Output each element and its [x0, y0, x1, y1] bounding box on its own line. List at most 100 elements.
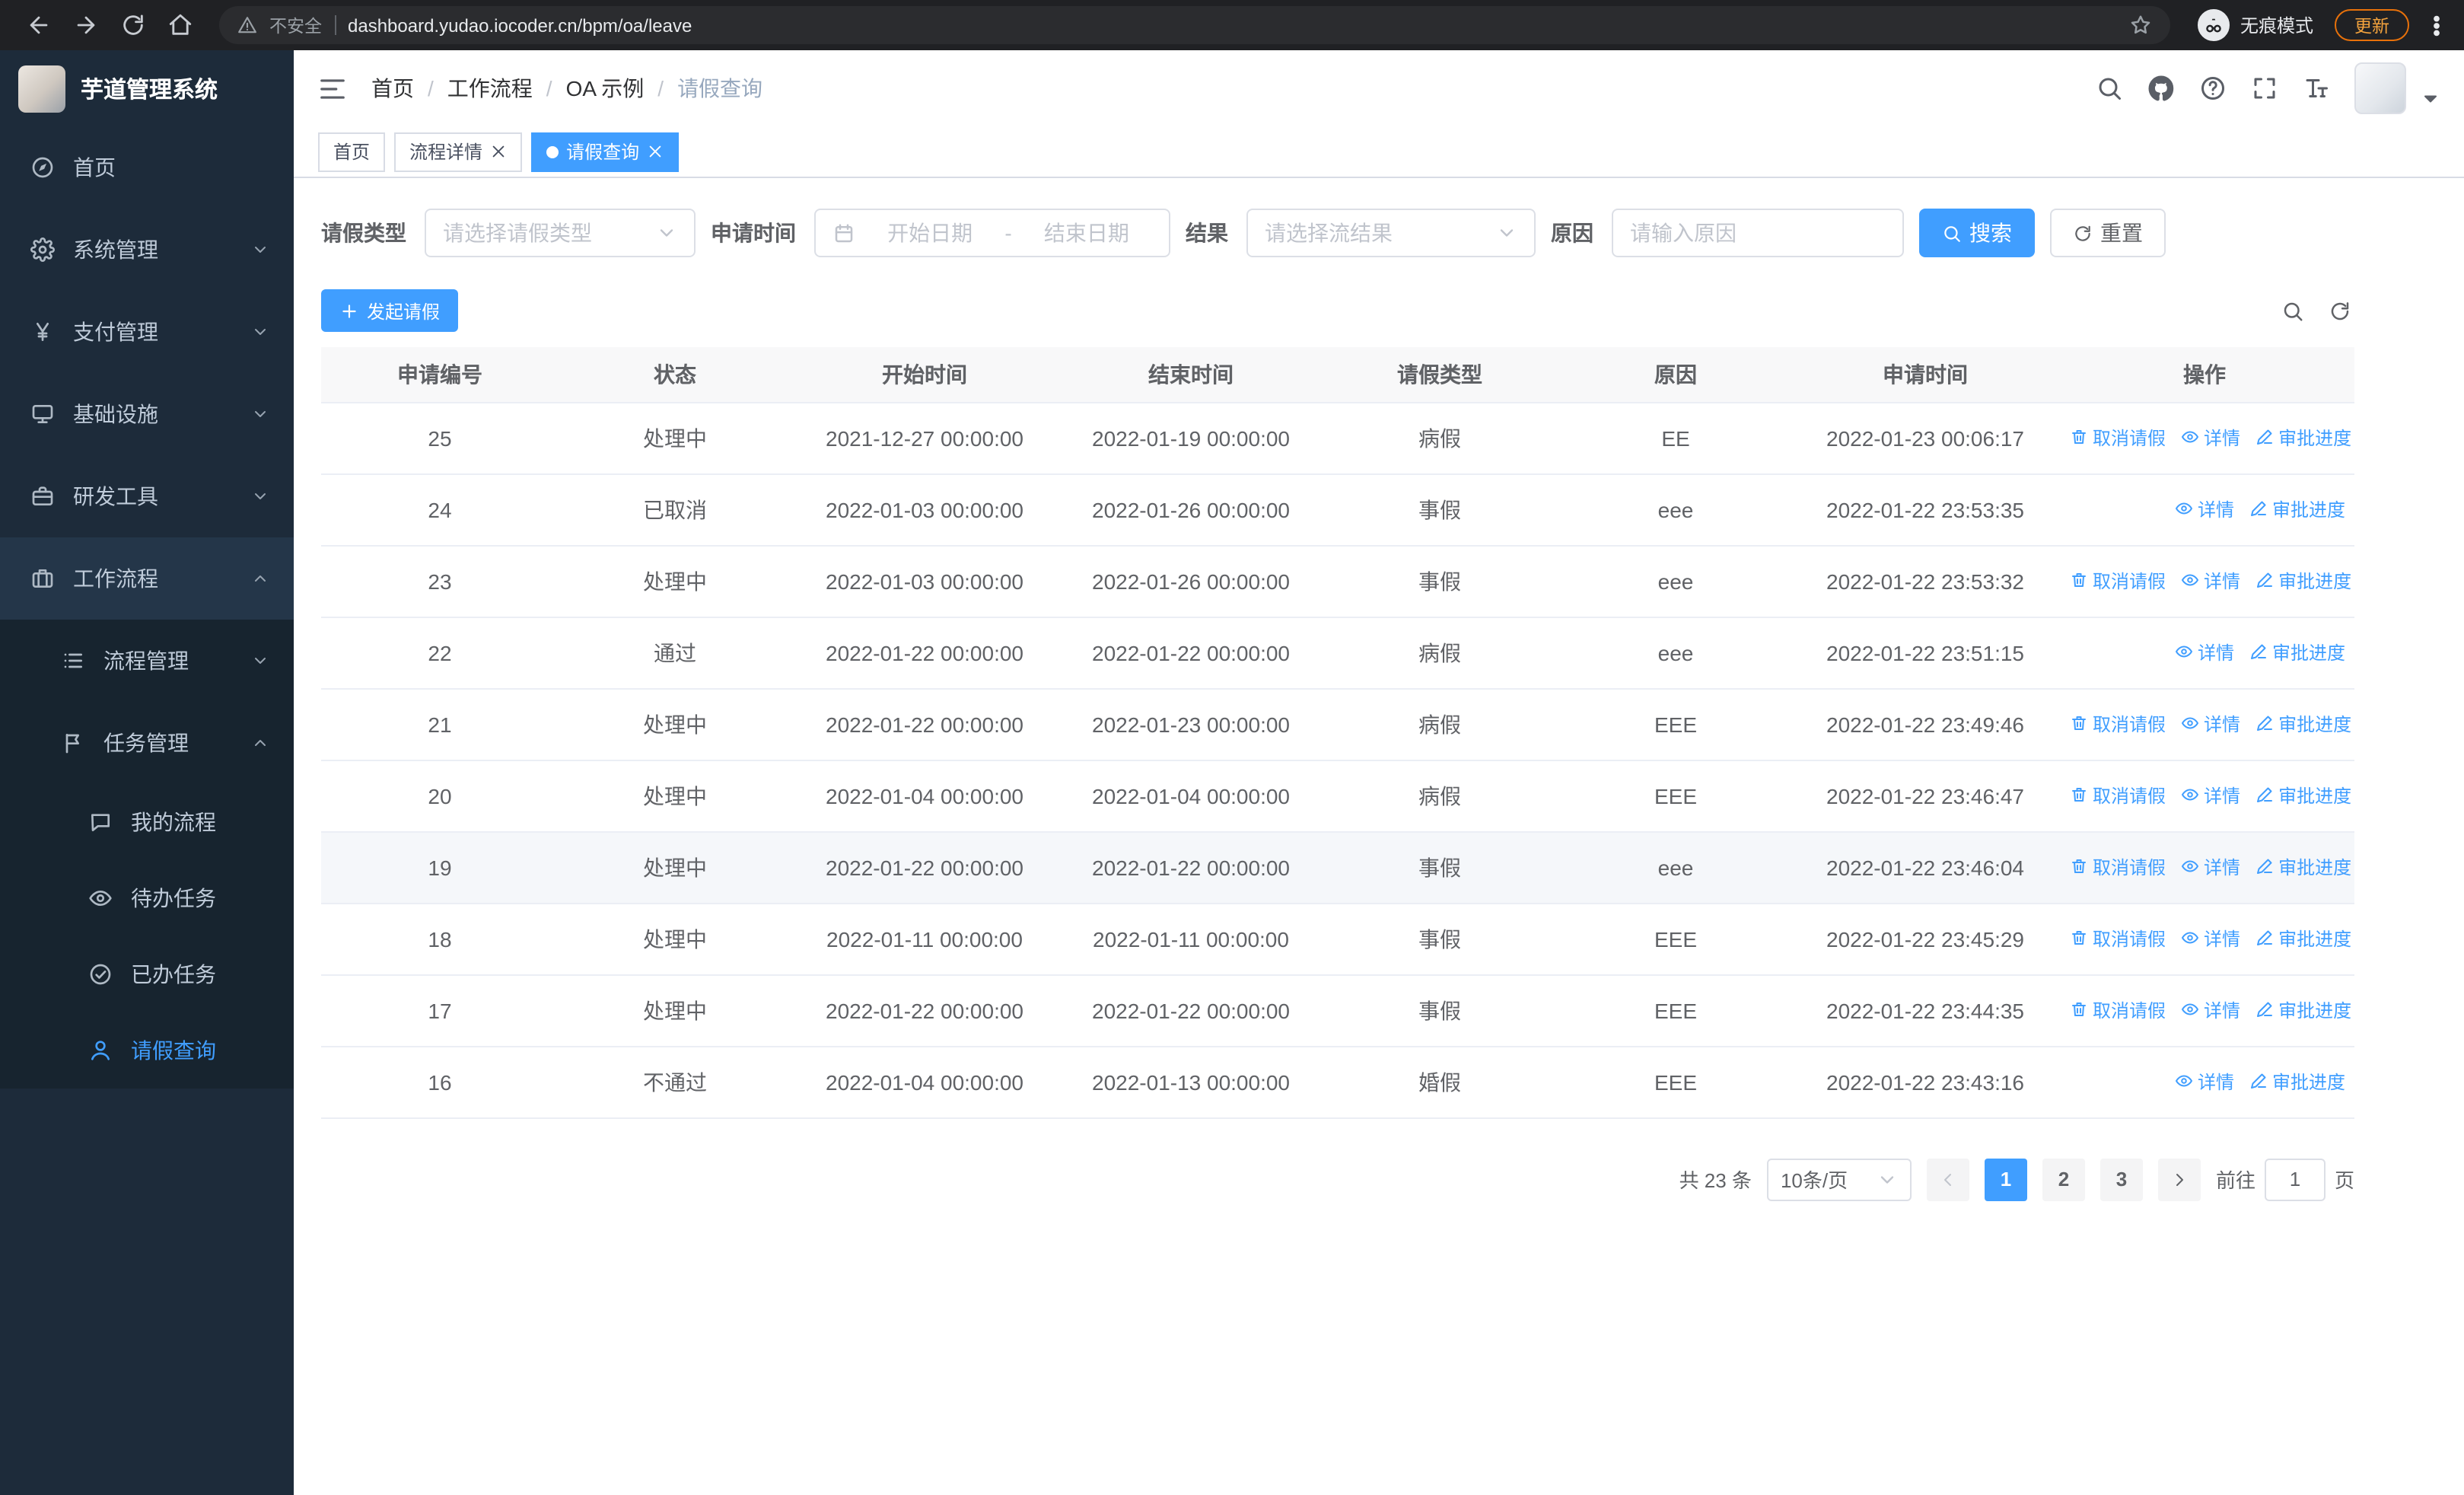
approval-progress-link[interactable]: 审批进度	[2255, 711, 2351, 737]
sidebar-item[interactable]: 已办任务	[0, 936, 294, 1012]
user-avatar[interactable]	[2354, 62, 2406, 114]
cancel-leave-link[interactable]: 取消请假	[2070, 425, 2166, 451]
breadcrumb-item[interactable]: 首页	[371, 73, 414, 104]
detail-link[interactable]: 详情	[2181, 783, 2240, 808]
sidebar-item[interactable]: 支付管理	[0, 291, 294, 373]
reason-placeholder: 请输入原因	[1630, 221, 1737, 245]
leave-type-select[interactable]: 请选择请假类型	[425, 209, 696, 257]
cell-leave_type: 病假	[1324, 402, 1555, 474]
browser-forward-icon[interactable]	[73, 12, 99, 38]
sidebar-item[interactable]: 工作流程	[0, 537, 294, 620]
detail-link[interactable]: 详情	[2181, 926, 2240, 952]
bookmark-star-icon[interactable]	[2129, 14, 2152, 37]
browser-back-icon[interactable]	[26, 12, 52, 38]
approval-progress-link[interactable]: 审批进度	[2255, 783, 2351, 808]
cell-start_time: 2022-01-22 00:00:00	[791, 831, 1058, 904]
page-size-select[interactable]: 10条/页	[1766, 1158, 1912, 1200]
filter-reason: 原因 请输入原因	[1551, 209, 1904, 257]
browser-menu-icon[interactable]	[2424, 13, 2449, 37]
sidebar-item[interactable]: 待办任务	[0, 860, 294, 936]
github-icon[interactable]	[2147, 75, 2175, 102]
cancel-leave-link[interactable]: 取消请假	[2070, 997, 2166, 1023]
cell-apply_time: 2022-01-22 23:49:46	[1796, 688, 2055, 760]
goto-page-input[interactable]	[2264, 1158, 2326, 1200]
edit-icon	[2255, 929, 2274, 948]
refresh-table-icon[interactable]	[2329, 299, 2351, 322]
detail-link[interactable]: 详情	[2181, 854, 2240, 880]
sidebar-item[interactable]: 请假查询	[0, 1012, 294, 1089]
approval-progress-link[interactable]: 审批进度	[2255, 568, 2351, 594]
cell-status: 处理中	[559, 402, 791, 474]
sidebar-item[interactable]: 流程管理	[0, 620, 294, 702]
cancel-leave-link[interactable]: 取消请假	[2070, 783, 2166, 808]
breadcrumb-item[interactable]: OA 示例	[566, 73, 645, 104]
sidebar-item[interactable]: 基础设施	[0, 373, 294, 455]
cancel-leave-link[interactable]: 取消请假	[2070, 711, 2166, 737]
close-icon[interactable]	[490, 143, 507, 160]
table-row: 22 通过 2022-01-22 00:00:00 2022-01-22 00:00:…	[321, 617, 2354, 689]
sidebar-item[interactable]: 任务管理	[0, 702, 294, 784]
close-icon[interactable]	[647, 143, 664, 160]
sidebar-item[interactable]: 首页	[0, 126, 294, 209]
font-size-icon[interactable]	[2303, 75, 2330, 102]
action-label: 审批进度	[2278, 427, 2352, 449]
approval-progress-link[interactable]: 审批进度	[2255, 926, 2351, 952]
monitor-icon	[30, 402, 55, 426]
url-bar[interactable]: 不安全 dashboard.yudao.iocoder.cn/bpm/oa/le…	[219, 6, 2170, 44]
filter-apply-time: 申请时间 开始日期 - 结束日期	[711, 209, 1170, 257]
breadcrumb-item[interactable]: 工作流程	[447, 73, 533, 104]
approval-progress-link[interactable]: 审批进度	[2249, 496, 2345, 522]
tab-item[interactable]: 请假查询	[531, 132, 680, 171]
detail-link[interactable]: 详情	[2181, 568, 2240, 594]
toggle-search-icon[interactable]	[2281, 299, 2304, 322]
approval-progress-link[interactable]: 审批进度	[2249, 639, 2345, 665]
tab-item[interactable]: 首页	[318, 132, 386, 171]
fullscreen-icon[interactable]	[2251, 75, 2278, 102]
sidebar-item[interactable]: 研发工具	[0, 455, 294, 537]
search-button[interactable]: 搜索	[1919, 209, 2035, 257]
detail-link[interactable]: 详情	[2181, 425, 2240, 451]
start-date-placeholder: 开始日期	[887, 221, 973, 245]
help-icon[interactable]	[2199, 75, 2227, 102]
leave-table: 申请编号 状态 开始时间 结束时间 请假类型 原因 申请时间 操作 25 处理中 2021-12-…	[321, 347, 2354, 1118]
cancel-leave-link[interactable]: 取消请假	[2070, 926, 2166, 952]
detail-link[interactable]: 详情	[2175, 639, 2234, 665]
approval-progress-link[interactable]: 审批进度	[2255, 425, 2351, 451]
browser-home-icon[interactable]	[167, 12, 193, 38]
next-page-button[interactable]	[2157, 1158, 2201, 1200]
cancel-leave-link[interactable]: 取消请假	[2070, 568, 2166, 594]
cancel-leave-link[interactable]: 取消请假	[2070, 854, 2166, 880]
avatar-caret-down-icon[interactable]	[2421, 90, 2440, 108]
approval-progress-link[interactable]: 审批进度	[2255, 854, 2351, 880]
sidebar-item[interactable]: 我的流程	[0, 784, 294, 860]
approval-progress-link[interactable]: 审批进度	[2255, 997, 2351, 1023]
not-secure-warning-icon[interactable]	[237, 15, 257, 35]
calendar-icon	[832, 222, 855, 244]
reason-input[interactable]: 请输入原因	[1612, 209, 1904, 257]
detail-link[interactable]: 详情	[2175, 496, 2234, 522]
browser-reload-icon[interactable]	[120, 12, 146, 38]
detail-link[interactable]: 详情	[2181, 997, 2240, 1023]
filter-leave-type: 请假类型 请选择请假类型	[321, 209, 696, 257]
detail-link[interactable]: 详情	[2175, 1069, 2234, 1095]
prev-page-button[interactable]	[1926, 1158, 1969, 1200]
detail-link[interactable]: 详情	[2181, 711, 2240, 737]
sidebar-item[interactable]: 系统管理	[0, 209, 294, 291]
cell-apply_time: 2022-01-22 23:46:04	[1796, 831, 2055, 904]
result-select[interactable]: 请选择流结果	[1246, 209, 1536, 257]
reset-button[interactable]: 重置	[2050, 209, 2166, 257]
header-search-icon[interactable]	[2096, 75, 2123, 102]
tab-item[interactable]: 流程详情	[394, 132, 523, 171]
url-text[interactable]: dashboard.yudao.iocoder.cn/bpm/oa/leave	[348, 14, 692, 36]
page-button[interactable]: 2	[2042, 1158, 2085, 1200]
sidebar-logo[interactable]: 芋道管理系统	[0, 50, 294, 126]
page-button[interactable]: 1	[1984, 1158, 2027, 1200]
browser-update-button[interactable]: 更新	[2335, 9, 2409, 41]
create-leave-button[interactable]: 发起请假	[321, 289, 459, 332]
page-button[interactable]: 3	[2099, 1158, 2143, 1200]
breadcrumb: 首页 / 工作流程 / OA 示例 / 请假查询	[371, 73, 762, 104]
sidebar-toggle-icon[interactable]	[318, 74, 347, 103]
approval-progress-link[interactable]: 审批进度	[2249, 1069, 2345, 1095]
trash-icon	[2070, 1001, 2088, 1019]
apply-time-range-picker[interactable]: 开始日期 - 结束日期	[814, 209, 1170, 257]
